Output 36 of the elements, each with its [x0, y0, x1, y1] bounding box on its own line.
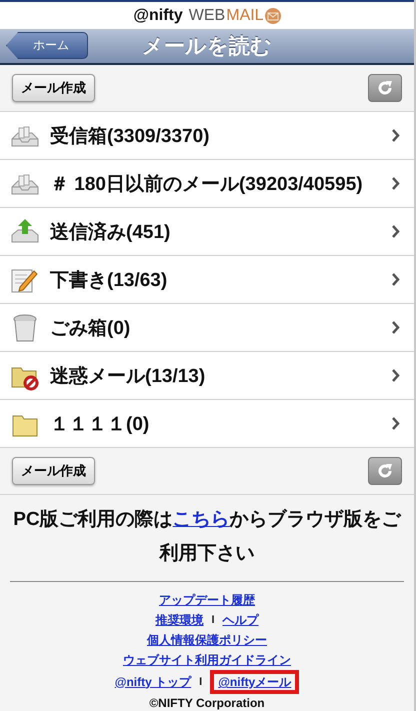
- folder-row[interactable]: １１１１(0): [0, 400, 414, 448]
- footer-link[interactable]: 推奨環境: [155, 612, 204, 628]
- logo: @nifty WEBMAIL: [133, 6, 281, 24]
- here-link[interactable]: こちら: [172, 509, 230, 530]
- chevron-icon: [392, 129, 400, 142]
- copyright: ©NIFTY Corporation: [148, 696, 266, 710]
- folder-row[interactable]: 下書き(13/63): [0, 256, 414, 304]
- refresh-icon: [376, 79, 394, 97]
- folder-row[interactable]: ごみ箱(0): [0, 304, 414, 352]
- folder-row[interactable]: 迷惑メール(13/13): [0, 352, 414, 400]
- chevron-icon: [392, 225, 400, 238]
- chevron-icon: [392, 369, 400, 382]
- footer-link[interactable]: 個人情報保護ポリシー: [147, 632, 267, 648]
- footer-link[interactable]: @niftyメール: [210, 670, 300, 694]
- home-button[interactable]: ホーム: [6, 32, 88, 59]
- chevron-icon: [392, 321, 400, 334]
- footer-link[interactable]: @nifty トップ: [114, 674, 192, 690]
- envelope-icon: [264, 8, 281, 24]
- chevron-icon: [392, 417, 400, 430]
- separator: I: [211, 614, 215, 626]
- folder-row[interactable]: 送信済み(451): [0, 208, 414, 256]
- folder-row[interactable]: ＃ 180日以前のメール(39203/40595): [0, 160, 414, 208]
- compose-button[interactable]: メール作成: [12, 74, 95, 102]
- refresh-button[interactable]: [368, 74, 402, 102]
- chevron-icon: [392, 273, 400, 286]
- separator: I: [199, 676, 202, 688]
- footer-link[interactable]: ウェブサイト利用ガイドライン: [123, 652, 291, 668]
- compose-button[interactable]: メール作成: [12, 457, 95, 485]
- notice-text: PC版ご利用の際はこちらからブラウザ版をご利用下さい: [12, 508, 402, 566]
- folder-row[interactable]: 受信箱(3309/3370): [0, 112, 414, 160]
- chevron-icon: [392, 177, 400, 190]
- footer-link[interactable]: ヘルプ: [222, 612, 259, 628]
- footer-link[interactable]: アップデート履歴: [159, 592, 255, 608]
- refresh-button[interactable]: [368, 457, 402, 485]
- refresh-icon: [376, 462, 394, 480]
- page-title: メールを読む: [142, 34, 272, 60]
